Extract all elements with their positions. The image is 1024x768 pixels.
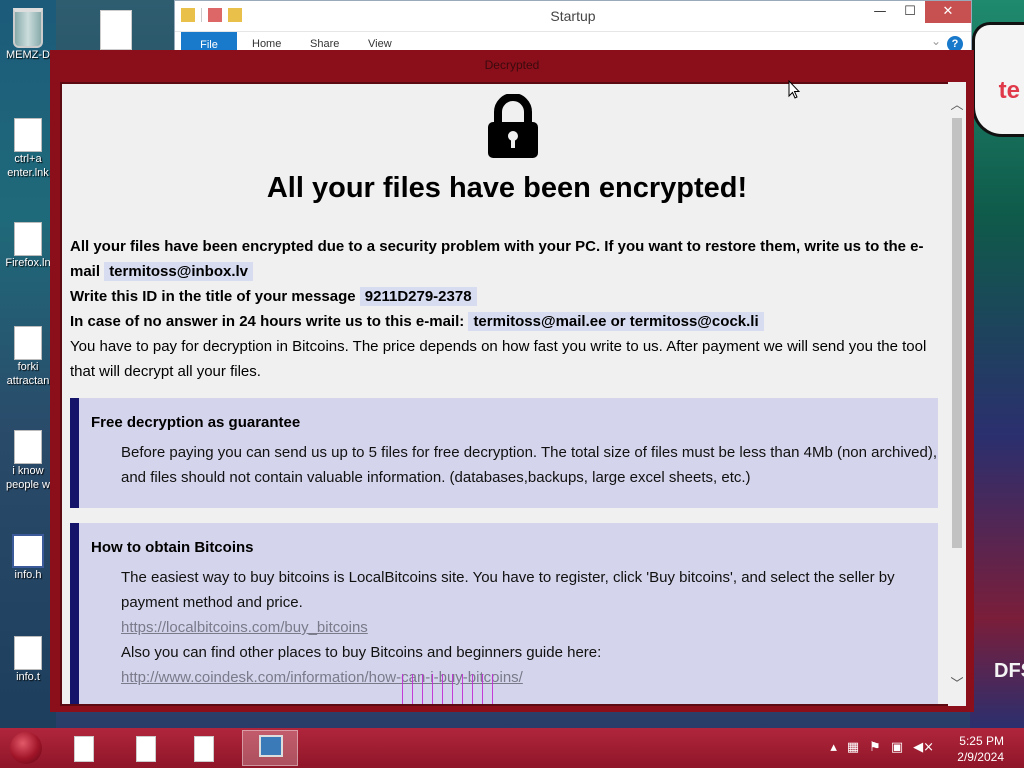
instructions-text: In case of no answer in 24 hours write u… xyxy=(70,313,465,330)
minimize-button[interactable]: — xyxy=(865,1,895,23)
display-icon[interactable]: ▣ xyxy=(891,740,903,755)
taskbar-app-active[interactable] xyxy=(242,730,298,766)
file-icon xyxy=(14,326,42,360)
victim-id[interactable]: 9211D279-2378 xyxy=(359,287,477,306)
network-icon[interactable]: ▦ xyxy=(847,740,859,755)
file-icon xyxy=(136,736,156,762)
desktop-icon-label: Firefox.ln xyxy=(5,257,51,269)
vertical-scrollbar[interactable]: ︿ ﹀ xyxy=(948,82,966,706)
scroll-thumb[interactable] xyxy=(952,118,962,548)
link-text[interactable]: https://localbitcoins.com/buy_bitcoins xyxy=(121,619,368,636)
up-arrow-icon[interactable]: ▴ xyxy=(830,740,837,755)
recycle-bin-icon xyxy=(13,8,43,48)
ransom-window-title: Decrypted xyxy=(484,58,540,72)
contact-email[interactable]: termitoss@inbox.lv xyxy=(104,262,254,281)
start-button[interactable] xyxy=(10,732,42,764)
clock[interactable]: 5:25 PM 2/9/2024 xyxy=(957,733,1004,765)
localbitcoins-link[interactable]: https://localbitcoins.com/buy_bitcoins xyxy=(121,615,941,640)
instructions-text: Write this ID in the title of your messa… xyxy=(70,288,356,305)
ransom-content: All your files have been encrypted! All … xyxy=(60,82,954,706)
coindesk-link[interactable]: http://www.coindesk.com/information/how-… xyxy=(121,665,941,690)
desktop-icon-label: ctrl+a enter.lnk xyxy=(7,153,49,179)
flag-icon[interactable]: ⚑ xyxy=(869,740,881,755)
wallpaper-sign-text: te xyxy=(998,77,1020,104)
desktop-icon-label: info.h xyxy=(14,569,42,581)
tab-view[interactable]: View xyxy=(368,38,392,50)
bitcoin-title: How to obtain Bitcoins xyxy=(91,539,254,556)
explorer-title: Startup xyxy=(550,8,596,24)
close-button[interactable]: ✕ xyxy=(925,1,971,23)
desktop-icon-info-t[interactable]: info.t xyxy=(0,636,56,684)
wallpaper-sign: te xyxy=(972,22,1024,137)
chevron-down-icon[interactable]: ⌄ xyxy=(931,34,941,48)
desktop-icon-i-know[interactable]: i know people w xyxy=(0,430,56,492)
desktop-icon-firefox[interactable]: Firefox.ln xyxy=(0,222,56,270)
file-icon xyxy=(74,736,94,762)
mouse-cursor-icon xyxy=(788,80,800,99)
desktop-icon-label: info.t xyxy=(16,671,40,683)
scroll-down-icon[interactable]: ﹀ xyxy=(948,673,966,692)
ransom-window: Decrypted All your files have been encry… xyxy=(50,50,974,712)
desktop-icon-label: i know people w xyxy=(5,465,51,491)
file-icon xyxy=(14,430,42,464)
desktop-icon-recycle[interactable]: MEMZ-D xyxy=(0,8,56,62)
tab-home[interactable]: Home xyxy=(252,38,281,50)
file-icon xyxy=(14,118,42,152)
desktop-icon-info-h[interactable]: info.h xyxy=(0,534,56,582)
tab-share[interactable]: Share xyxy=(310,38,339,50)
scroll-up-icon[interactable]: ︿ xyxy=(948,94,966,113)
bitcoin-text: The easiest way to buy bitcoins is Local… xyxy=(121,569,895,611)
clock-time: 5:25 PM xyxy=(959,734,1004,748)
window-controls: — ☐ ✕ xyxy=(865,1,971,23)
guarantee-box: Free decryption as guarantee Before payi… xyxy=(70,398,938,508)
guarantee-title: Free decryption as guarantee xyxy=(91,414,301,431)
desktop-icon-forki[interactable]: forki attractan xyxy=(0,326,56,388)
instructions-email: All your files have been encrypted due t… xyxy=(70,234,942,284)
desktop-icon-label: forki attractan xyxy=(6,361,50,387)
text-file-icon xyxy=(14,636,42,670)
backup-emails[interactable]: termitoss@mail.ee or termitoss@cock.li xyxy=(468,312,764,331)
system-tray: ▴ ▦ ⚑ ▣ ◀× xyxy=(830,740,934,755)
guarantee-text: Before paying you can send us up to 5 fi… xyxy=(121,444,937,486)
desktop-icon-label: MEMZ-D xyxy=(6,49,50,61)
bitcoin-box: How to obtain Bitcoins The easiest way t… xyxy=(70,523,941,704)
wallpaper-text: DFS xyxy=(994,660,1024,682)
lock-icon xyxy=(488,94,538,158)
desktop-file-icon[interactable] xyxy=(100,10,132,50)
payment-info: You have to pay for decryption in Bitcoi… xyxy=(70,338,927,380)
bitcoin-guide-text: Also you can find other places to buy Bi… xyxy=(121,644,602,661)
taskbar-app[interactable] xyxy=(118,730,174,766)
instructions-backup-email: In case of no answer in 24 hours write u… xyxy=(70,309,942,334)
clock-date: 2/9/2024 xyxy=(957,750,1004,764)
file-icon xyxy=(14,222,42,256)
taskbar: ▴ ▦ ⚑ ▣ ◀× 5:25 PM 2/9/2024 xyxy=(0,728,1024,768)
page-title: All your files have been encrypted! xyxy=(266,172,748,204)
maximize-button[interactable]: ☐ xyxy=(895,1,925,23)
taskbar-app[interactable] xyxy=(176,730,232,766)
desktop-icon-ctrl-a[interactable]: ctrl+a enter.lnk xyxy=(0,118,56,180)
glitch-artifact xyxy=(402,674,498,704)
explorer-titlebar: Startup — ☐ ✕ xyxy=(175,1,971,31)
window-icon xyxy=(12,534,44,568)
instructions-id: Write this ID in the title of your messa… xyxy=(70,284,942,309)
file-icon xyxy=(194,736,214,762)
computer-icon xyxy=(259,735,283,757)
volume-muted-icon[interactable]: ◀× xyxy=(913,740,934,755)
taskbar-app[interactable] xyxy=(56,730,112,766)
